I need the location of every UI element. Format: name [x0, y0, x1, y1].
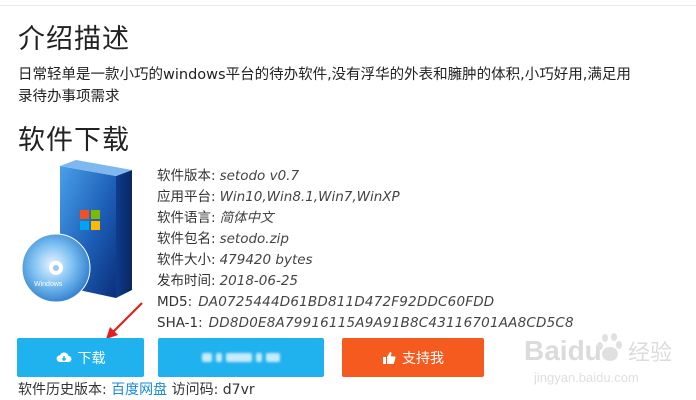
info-language: 软件语言: 简体中文: [157, 210, 274, 226]
info-md5: MD5: DA0725444D61BD811D472F92DDC60FDD: [157, 294, 495, 310]
access-code-label: 访问码:: [171, 382, 219, 398]
product-box-image: Windows: [20, 158, 148, 310]
info-version: 软件版本: setodo v0.7: [157, 168, 300, 184]
info-sha1: SHA-1: DD8D0E8A79916115A9A91B8C43116701AA…: [157, 315, 574, 331]
download-heading: 软件下载: [18, 125, 130, 156]
download-button[interactable]: 下载: [17, 338, 144, 377]
software-info-list: 软件版本: setodo v0.7 应用平台: Win10,Win8.1,Win7,…: [157, 166, 574, 334]
intro-line-1: 日常轻单是一款小巧的windows平台的待办软件,没有浮华的外表和臃肿的体积,小…: [18, 67, 631, 83]
download-button-label: 下载: [77, 350, 106, 367]
history-versions: 软件历史版本: 百度网盘 访问码: d7vr: [18, 379, 255, 399]
support-button-label: 支持我: [402, 350, 444, 367]
baidu-jingyan-watermark: Baidu 经验 jingyan.baidu.com: [518, 324, 682, 388]
intro-description: 日常轻单是一款小巧的windows平台的待办软件,没有浮华的外表和臃肿的体积,小…: [18, 64, 696, 108]
svg-text:Windows: Windows: [34, 281, 63, 288]
annotation-arrow: [106, 302, 143, 339]
intro-line-2: 录待办事项需求: [18, 89, 120, 105]
info-platform: 应用平台: Win10,Win8.1,Win7,WinXP: [157, 189, 400, 205]
info-size: 软件大小: 479420 bytes: [157, 252, 313, 268]
svg-text:jingyan.baidu.com: jingyan.baidu.com: [533, 370, 639, 385]
svg-text:Baidu: Baidu: [524, 335, 602, 366]
thumbs-up-icon: [382, 351, 396, 365]
info-package: 软件包名: setodo.zip: [157, 231, 289, 247]
cloud-download-icon: [56, 351, 72, 364]
info-release-date: 发布时间: 2018-06-25: [157, 273, 299, 289]
support-button[interactable]: 支持我: [342, 338, 484, 377]
svg-text:经验: 经验: [628, 341, 672, 366]
baidu-pan-link[interactable]: 百度网盘: [111, 382, 167, 398]
access-code-value: d7vr: [222, 382, 255, 398]
alternate-download-button[interactable]: [158, 338, 324, 377]
intro-heading: 介绍描述: [18, 24, 130, 55]
history-label: 软件历史版本:: [18, 382, 107, 398]
obscured-label: [202, 353, 280, 362]
top-divider: [0, 5, 696, 6]
